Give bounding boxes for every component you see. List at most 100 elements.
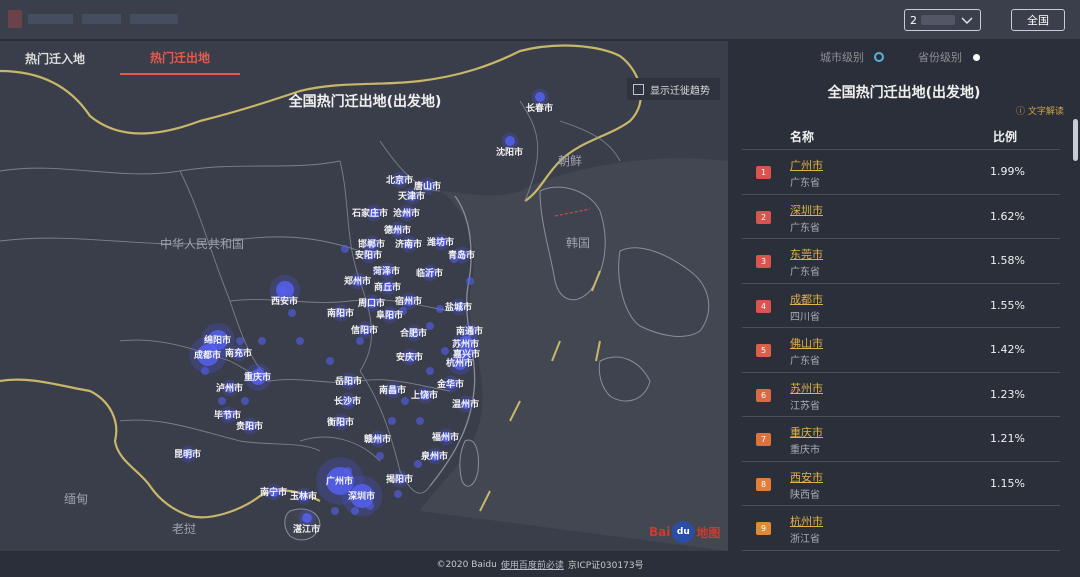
heat-dot	[296, 337, 304, 345]
city-label: 唐山市	[414, 180, 441, 192]
city-label: 苏州市	[452, 338, 479, 350]
city-link[interactable]: 重庆市	[790, 424, 823, 440]
city-link[interactable]: 杭州市	[790, 513, 823, 529]
city-label: 杭州市	[446, 357, 473, 369]
city-label: 南宁市	[260, 486, 287, 498]
heat-dot	[341, 245, 349, 253]
city-label: 南通市	[456, 325, 483, 337]
city-label: 盐城市	[445, 301, 472, 313]
city-label: 菏泽市	[373, 265, 400, 277]
province-label: 陕西省	[790, 489, 820, 501]
tab-province-level[interactable]: 省份级别	[918, 49, 962, 65]
china-map[interactable]: 中华人民共和国 朝鲜 韩国 缅甸 老挝 长春市沈阳市北京市唐山市天津市石家庄市沧…	[0, 41, 728, 551]
city-link[interactable]: 成都市	[790, 291, 823, 307]
heat-dot	[331, 507, 339, 515]
help-circle-icon: ⓘ	[1016, 107, 1026, 117]
city-label: 长沙市	[334, 395, 361, 407]
migration-trend-toggle[interactable]: 显示迁徙趋势	[627, 78, 720, 100]
year-select[interactable]: 2	[904, 9, 981, 31]
percent-value: 1.58%	[990, 254, 1025, 267]
heat-dot	[441, 347, 449, 355]
heat-dot[interactable]	[302, 513, 312, 523]
table-row[interactable]: 3 东莞市 广东省 1.58%	[742, 239, 1060, 284]
heat-dot	[388, 417, 396, 425]
all-country-button[interactable]: 全国	[1011, 9, 1065, 31]
percent-value: 1.21%	[990, 432, 1025, 445]
province-label: 四川省	[790, 311, 820, 323]
footer: ©2020 Baidu 使用百度前必读 京ICP证030173号	[0, 552, 1080, 577]
city-label: 毕节市	[214, 409, 241, 421]
site-logo[interactable]	[8, 6, 208, 32]
city-link[interactable]: 深圳市	[790, 202, 823, 218]
heat-dot	[258, 337, 266, 345]
panel-scrollbar[interactable]	[1073, 119, 1078, 161]
rank-badge: 9	[756, 522, 771, 535]
city-label: 沧州市	[393, 207, 420, 219]
map-panel[interactable]: 中华人民共和国 朝鲜 韩国 缅甸 老挝 长春市 沈阳市 北京市 唐山市 天津市 石家庄市沧…	[0, 41, 728, 551]
city-label: 阜阳市	[376, 309, 403, 321]
rank-badge: 4	[756, 299, 771, 313]
city-label: 深圳市	[348, 490, 375, 502]
trend-checkbox[interactable]	[633, 83, 644, 95]
terms-link[interactable]: 使用百度前必读	[501, 558, 564, 571]
heat-dot	[201, 367, 209, 375]
logo-mark-icon	[8, 10, 22, 28]
heat-dot[interactable]	[535, 92, 545, 102]
city-label: 安庆市	[396, 351, 423, 363]
percent-value: 1.55%	[990, 298, 1025, 312]
city-label: 临沂市	[416, 267, 443, 279]
heat-dot	[401, 397, 409, 405]
ranking-table: 名称 比例 1 广州市 广东省 1.99% 2 深圳市 广东省 1.62% 3 东莞市 广东省 1.5…	[742, 123, 1060, 551]
country-label-laos: 老挝	[172, 522, 196, 536]
tab-migrate-out[interactable]: 热门迁出地	[120, 41, 240, 75]
rank-badge: 5	[756, 344, 771, 357]
city-label: 南阳市	[327, 307, 354, 319]
country-label-myanmar: 缅甸	[64, 492, 88, 506]
city-label: 合肥市	[400, 327, 427, 339]
city-link[interactable]: 西安市	[790, 469, 823, 485]
country-label-north-korea: 朝鲜	[558, 154, 582, 168]
city-link[interactable]: 广州市	[790, 157, 823, 173]
ranking-panel: 城市级别 省份级别 全国热门迁出地(出发地) ⓘ 文字解读 名称 比例 1 广州市…	[728, 41, 1080, 552]
logo-text-blurred	[28, 14, 178, 24]
heat-dot	[344, 467, 352, 475]
province-label: 广东省	[790, 267, 820, 278]
city-label: 成都市	[194, 349, 221, 361]
table-row[interactable]: 9 杭州市 浙江省	[742, 506, 1060, 551]
year-select-value: 2	[910, 13, 917, 27]
heat-dot[interactable]	[505, 136, 515, 146]
tab-migrate-in[interactable]: 热门迁入地	[0, 41, 110, 75]
city-label: 福州市	[431, 431, 459, 443]
heat-dot	[426, 322, 434, 330]
table-row[interactable]: 1 广州市 广东省 1.99%	[742, 150, 1060, 195]
text-explanation-link[interactable]: ⓘ 文字解读	[1016, 104, 1064, 117]
city-label: 贵阳市	[236, 420, 263, 432]
city-label: 岳阳市	[335, 375, 362, 387]
table-row[interactable]: 8 西安市 陕西省 1.15%	[742, 462, 1060, 506]
city-label: 湛江市	[293, 523, 320, 535]
table-row[interactable]: 4 成都市四川省 1.55%	[742, 284, 1060, 328]
city-label: 衡阳市	[327, 416, 354, 428]
city-label: 西安市	[271, 295, 298, 307]
rank-badge: 8	[756, 477, 771, 491]
table-row[interactable]: 2 深圳市 广东省 1.62%	[742, 195, 1060, 239]
trend-toggle-label: 显示迁徙趋势	[650, 85, 710, 97]
table-row[interactable]: 5 佛山市 广东省 1.42%	[742, 328, 1060, 373]
city-level-radio-icon[interactable]	[874, 52, 884, 62]
icp-text: 京ICP证030173号	[567, 561, 644, 571]
map-tabs: 热门迁入地 热门迁出地	[0, 41, 728, 75]
province-level-radio-icon[interactable]	[973, 54, 980, 61]
tab-city-level[interactable]: 城市级别	[820, 49, 864, 65]
baidu-logo-map: 地图	[696, 525, 721, 540]
city-link[interactable]: 佛山市	[790, 335, 823, 351]
city-label: 温州市	[452, 398, 479, 410]
city-link[interactable]: 东莞市	[790, 246, 823, 262]
heat-dot	[366, 502, 374, 510]
table-row[interactable]: 6 苏州市 江苏省 1.23%	[742, 373, 1060, 417]
heat-dot	[218, 397, 226, 405]
city-link[interactable]: 苏州市	[790, 380, 823, 396]
city-label: 周口市	[358, 297, 385, 309]
city-label: 绵阳市	[204, 334, 231, 346]
heat-dot	[356, 337, 364, 345]
table-row[interactable]: 7 重庆市 重庆市 1.21%	[742, 417, 1060, 462]
